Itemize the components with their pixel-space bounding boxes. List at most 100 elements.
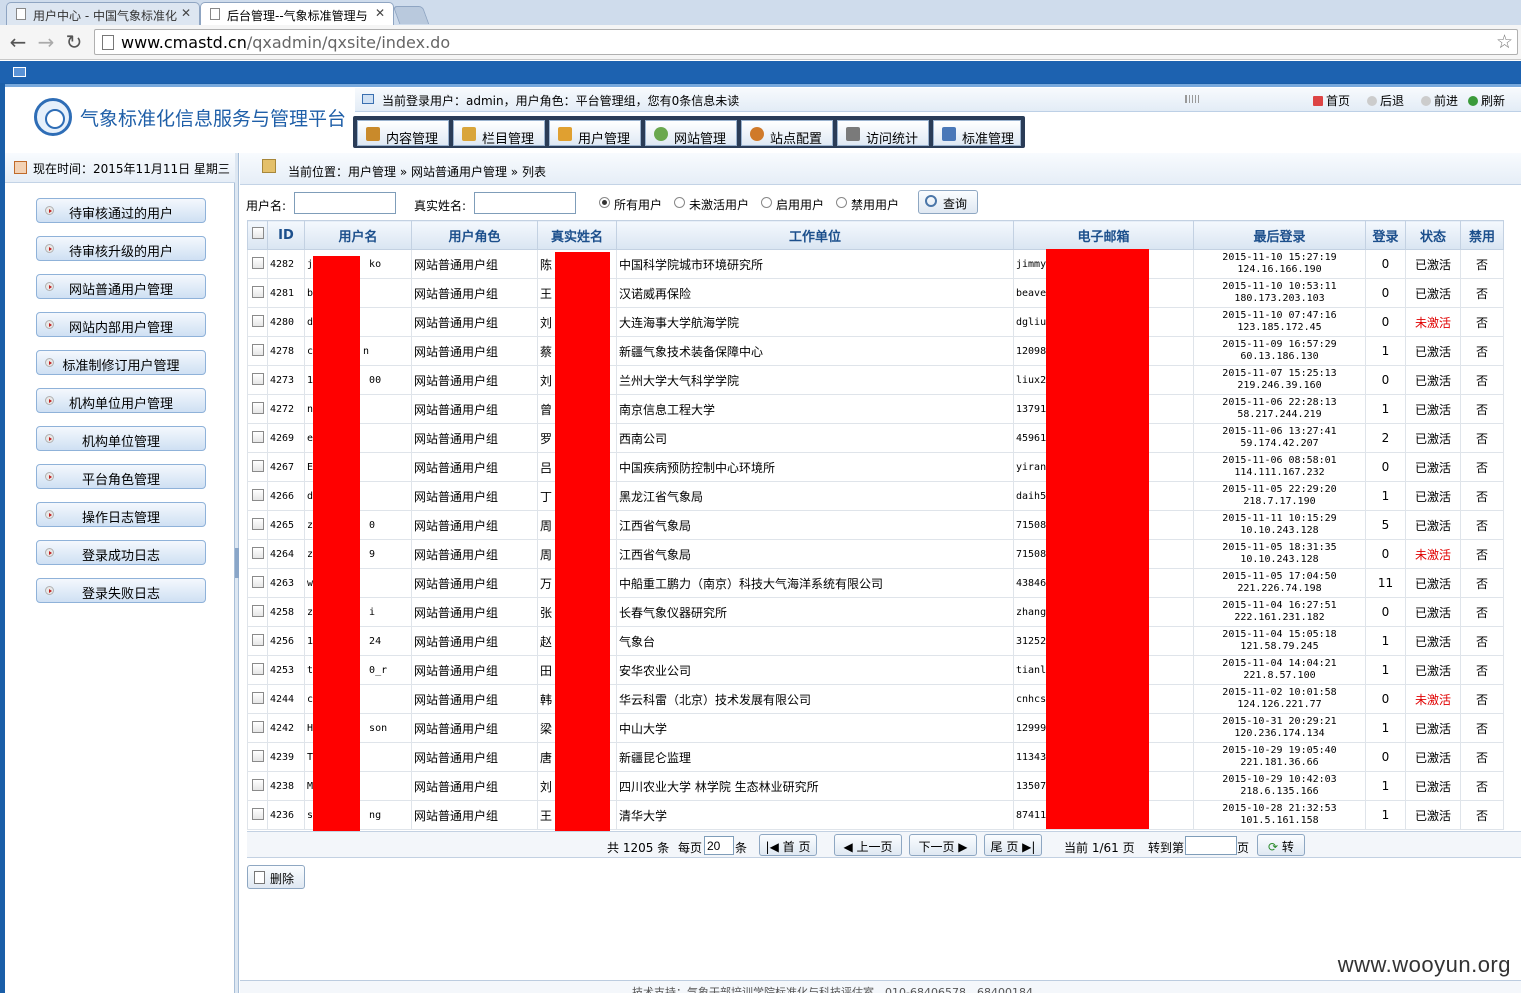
menu-user-management[interactable]: 用户管理	[549, 120, 641, 147]
column-header[interactable]: 用户名	[304, 220, 412, 250]
column-header[interactable]: 最后登录	[1193, 220, 1366, 250]
radio-circle[interactable]	[761, 197, 772, 208]
table-row[interactable]: 4280dg网站普通用户组刘大连海事大学航海学院dgliu2015-11-10 …	[247, 307, 1504, 337]
delete-button[interactable]: 删除	[247, 865, 305, 889]
prev-page-button[interactable]: ◀ 上一页	[834, 834, 902, 856]
row-checkbox[interactable]	[251, 459, 264, 472]
row-checkbox[interactable]	[251, 488, 264, 501]
forward-arrow-icon[interactable]: →	[34, 30, 58, 54]
status-badge[interactable]: 已激活	[1405, 771, 1461, 801]
disabled-flag[interactable]: 否	[1460, 249, 1504, 279]
sidebar-item[interactable]: 网站普通用户管理	[36, 274, 206, 299]
disabled-flag[interactable]: 否	[1460, 684, 1504, 714]
menu-website-management[interactable]: 网站管理	[645, 120, 737, 147]
row-checkbox[interactable]	[251, 807, 264, 820]
query-button[interactable]: 查询	[918, 190, 978, 214]
sidebar-item[interactable]: 机构单位用户管理	[36, 388, 206, 413]
disabled-flag[interactable]: 否	[1460, 452, 1504, 482]
disabled-flag[interactable]: 否	[1460, 626, 1504, 656]
row-select-cell[interactable]	[247, 539, 268, 569]
radio-all-users[interactable]: 所有用户	[599, 196, 662, 213]
row-checkbox[interactable]	[251, 401, 264, 414]
row-checkbox[interactable]	[251, 314, 264, 327]
sidebar-item[interactable]: 平台角色管理	[36, 464, 206, 489]
row-checkbox[interactable]	[251, 720, 264, 733]
table-row[interactable]: 4266da网站普通用户组丁黑龙江省气象局daih52015-11-05 22:…	[247, 481, 1504, 511]
row-select-cell[interactable]	[247, 742, 268, 772]
menu-column-management[interactable]: 栏目管理	[453, 120, 545, 147]
status-badge[interactable]: 已激活	[1405, 742, 1461, 772]
row-checkbox[interactable]	[251, 256, 264, 269]
radio-disabled-users[interactable]: 禁用用户	[836, 196, 899, 213]
select-all-checkbox[interactable]	[251, 227, 264, 239]
refresh-link[interactable]: 刷新	[1468, 92, 1505, 109]
next-page-button[interactable]: 下一页 ▶	[909, 834, 977, 856]
status-badge[interactable]: 已激活	[1405, 655, 1461, 685]
browser-tab-admin[interactable]: 后台管理--气象标准管理与 ✕	[200, 2, 394, 25]
row-checkbox[interactable]	[251, 662, 264, 675]
column-header[interactable]: ID	[267, 220, 305, 250]
table-row[interactable]: 4272nu网站普通用户组曾南京信息工程大学137912015-11-06 22…	[247, 394, 1504, 424]
status-badge[interactable]: 已激活	[1405, 365, 1461, 395]
table-row[interactable]: 4258zhi网站普通用户组张长春气象仪器研究所zhang2015-11-04 …	[247, 597, 1504, 627]
disabled-flag[interactable]: 否	[1460, 423, 1504, 453]
sidebar-splitter[interactable]	[235, 153, 239, 993]
menu-content-management[interactable]: 内容管理	[357, 120, 449, 147]
disabled-flag[interactable]: 否	[1460, 394, 1504, 424]
disabled-flag[interactable]: 否	[1460, 713, 1504, 743]
status-badge[interactable]: 未激活	[1405, 307, 1461, 337]
table-row[interactable]: 4269er网站普通用户组罗西南公司459612015-11-06 13:27:…	[247, 423, 1504, 453]
sidebar-item[interactable]: 登录成功日志	[36, 540, 206, 565]
menu-standard-management[interactable]: 标准管理	[933, 120, 1021, 147]
row-select-cell[interactable]	[247, 713, 268, 743]
radio-enabled-users[interactable]: 启用用户	[761, 196, 824, 213]
row-select-cell[interactable]	[247, 365, 268, 395]
column-header[interactable]: 工作单位	[616, 220, 1014, 250]
row-checkbox[interactable]	[251, 285, 264, 298]
disabled-flag[interactable]: 否	[1460, 336, 1504, 366]
status-badge[interactable]: 已激活	[1405, 481, 1461, 511]
sidebar-item[interactable]: 待审核通过的用户	[36, 198, 206, 223]
table-row[interactable]: 4265zh0网站普通用户组周江西省气象局715082015-11-11 10:…	[247, 510, 1504, 540]
row-select-cell[interactable]	[247, 394, 268, 424]
column-header[interactable]: 状态	[1405, 220, 1461, 250]
row-checkbox[interactable]	[251, 575, 264, 588]
first-page-button[interactable]: |◀ 首 页	[759, 834, 817, 856]
column-header[interactable]: 电子邮箱	[1013, 220, 1194, 250]
table-row[interactable]: 4281be网站普通用户组王汉诺威再保险beave2015-11-10 10:5…	[247, 278, 1504, 308]
radio-circle[interactable]	[674, 197, 685, 208]
row-select-cell[interactable]	[247, 336, 268, 366]
radio-inactive-users[interactable]: 未激活用户	[674, 196, 749, 213]
disabled-flag[interactable]: 否	[1460, 655, 1504, 685]
table-row[interactable]: 4253tl0_r网站普通用户组田安华农业公司tianl2015-11-04 1…	[247, 655, 1504, 685]
column-header[interactable]: 禁用	[1460, 220, 1504, 250]
row-select-cell[interactable]	[247, 278, 268, 308]
row-select-cell[interactable]	[247, 568, 268, 598]
bookmark-star-icon[interactable]: ☆	[1496, 31, 1513, 53]
menu-site-config[interactable]: 站点配置	[741, 120, 833, 147]
status-badge[interactable]: 已激活	[1405, 800, 1461, 830]
table-row[interactable]: 4264zh9网站普通用户组周江西省气象局715082015-11-05 18:…	[247, 539, 1504, 569]
row-select-cell[interactable]	[247, 771, 268, 801]
back-arrow-icon[interactable]: ←	[6, 30, 30, 54]
disabled-flag[interactable]: 否	[1460, 278, 1504, 308]
row-checkbox[interactable]	[251, 749, 264, 762]
column-header[interactable]: 真实姓名	[537, 220, 617, 250]
disabled-flag[interactable]: 否	[1460, 365, 1504, 395]
row-checkbox[interactable]	[251, 430, 264, 443]
row-select-cell[interactable]	[247, 307, 268, 337]
back-link[interactable]: 后退	[1367, 92, 1404, 109]
sidebar-item[interactable]: 登录失败日志	[36, 578, 206, 603]
table-row[interactable]: 4239TA网站普通用户组唐新疆昆仑监理113432015-10-29 19:0…	[247, 742, 1504, 772]
disabled-flag[interactable]: 否	[1460, 568, 1504, 598]
row-select-cell[interactable]	[247, 423, 268, 453]
goto-page-input[interactable]	[1185, 836, 1237, 855]
table-row[interactable]: 4238Ma网站普通用户组刘四川农业大学 林学院 生态林业研究所13507201…	[247, 771, 1504, 801]
realname-input[interactable]	[474, 192, 576, 214]
status-badge[interactable]: 已激活	[1405, 423, 1461, 453]
table-row[interactable]: 4278 c n 网站普通用户组蔡新疆气象技术装备保障中心 12098 2015-11-0…	[247, 336, 1504, 366]
disabled-flag[interactable]: 否	[1460, 307, 1504, 337]
radio-circle[interactable]	[599, 197, 610, 208]
status-badge[interactable]: 未激活	[1405, 539, 1461, 569]
row-select-cell[interactable]	[247, 626, 268, 656]
